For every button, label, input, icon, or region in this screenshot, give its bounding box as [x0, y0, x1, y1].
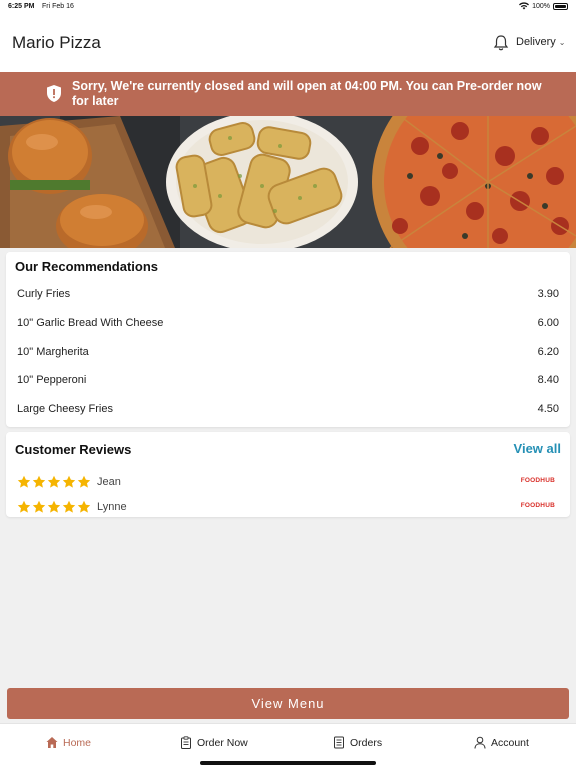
clipboard-icon [181, 736, 191, 749]
foodhub-logo: FOODHUB [520, 477, 555, 484]
shield-icon [47, 85, 61, 102]
star-icon [47, 475, 61, 488]
star-icon [32, 475, 46, 488]
wifi-icon [519, 2, 530, 10]
item-name: 10" Margherita [17, 346, 89, 358]
view-menu-button[interactable]: View Menu [7, 688, 569, 719]
reviews-card: Customer Reviews View all Jean FOODHUB L… [6, 432, 570, 517]
status-bar: 6:25 PM Fri Feb 16 100% [0, 0, 576, 14]
battery-icon [553, 2, 568, 10]
list-item[interactable]: 10" Garlic Bread With Cheese 6.00 [17, 313, 559, 333]
star-icon [77, 500, 91, 513]
item-price: 3.90 [537, 288, 559, 300]
home-indicator [200, 761, 376, 765]
restaurant-title: Mario Pizza [12, 33, 101, 52]
user-icon [474, 736, 486, 749]
item-name: 10" Pepperoni [17, 374, 87, 386]
item-price: 6.00 [537, 317, 559, 329]
list-item[interactable]: Large Cheesy Fries 4.50 [17, 399, 559, 419]
foodhub-logo: FOODHUB [520, 502, 555, 509]
list-item[interactable]: Curly Fries 3.90 [17, 284, 559, 304]
receipt-icon [334, 736, 344, 749]
review-row: Lynne FOODHUB [17, 499, 559, 517]
delivery-label: Delivery [516, 36, 556, 48]
tab-home[interactable]: Home [46, 736, 91, 749]
list-item[interactable]: 10" Pepperoni 8.40 [17, 370, 559, 390]
bottom-tab-bar: Home Order Now Orders Account [0, 723, 576, 768]
item-price: 8.40 [537, 374, 559, 386]
banner-message: Sorry, We're currently closed and will o… [72, 79, 542, 108]
view-all-link[interactable]: View all [514, 441, 561, 456]
delivery-selector[interactable]: Delivery ⌄ [516, 36, 565, 48]
tab-home-label: Home [63, 736, 92, 749]
tab-order-now-label: Order Now [197, 736, 248, 749]
star-rating [17, 500, 91, 514]
star-icon [17, 475, 31, 488]
tab-account-label: Account [491, 736, 529, 749]
home-icon [46, 737, 58, 748]
star-icon [62, 475, 76, 488]
status-date: Fri Feb 16 [42, 3, 74, 10]
star-icon [62, 500, 76, 513]
bell-icon[interactable] [493, 34, 509, 52]
reviewer-name: Lynne [97, 501, 127, 513]
star-icon [47, 500, 61, 513]
star-icon [17, 500, 31, 513]
recommendations-card: Our Recommendations Curly Fries 3.90 10"… [6, 252, 570, 427]
tab-orders[interactable]: Orders [333, 736, 382, 749]
item-name: Curly Fries [17, 288, 71, 300]
tab-order-now[interactable]: Order Now [180, 736, 248, 749]
reviewer-name: Jean [97, 476, 121, 488]
item-price: 6.20 [537, 346, 559, 358]
review-row: Jean FOODHUB [17, 474, 559, 492]
recommendations-title: Our Recommendations [15, 259, 159, 274]
battery-percent: 100% [532, 2, 550, 10]
item-name: 10" Garlic Bread With Cheese [17, 317, 164, 329]
list-item[interactable]: 10" Margherita 6.20 [17, 342, 559, 362]
app-header: Mario Pizza Delivery ⌄ [0, 14, 576, 72]
closed-banner: Sorry, We're currently closed and will o… [0, 72, 576, 116]
star-icon [32, 500, 46, 513]
chevron-down-icon: ⌄ [558, 37, 566, 47]
reviews-title: Customer Reviews [15, 442, 132, 457]
food-banner-image [0, 116, 576, 248]
tab-account[interactable]: Account [474, 736, 529, 749]
tab-orders-label: Orders [350, 736, 383, 749]
item-price: 4.50 [537, 403, 559, 415]
star-icon [77, 475, 91, 488]
item-name: Large Cheesy Fries [17, 403, 113, 415]
status-right: 100% [519, 2, 568, 10]
status-time: 6:25 PM [8, 3, 35, 10]
star-rating [17, 475, 91, 489]
